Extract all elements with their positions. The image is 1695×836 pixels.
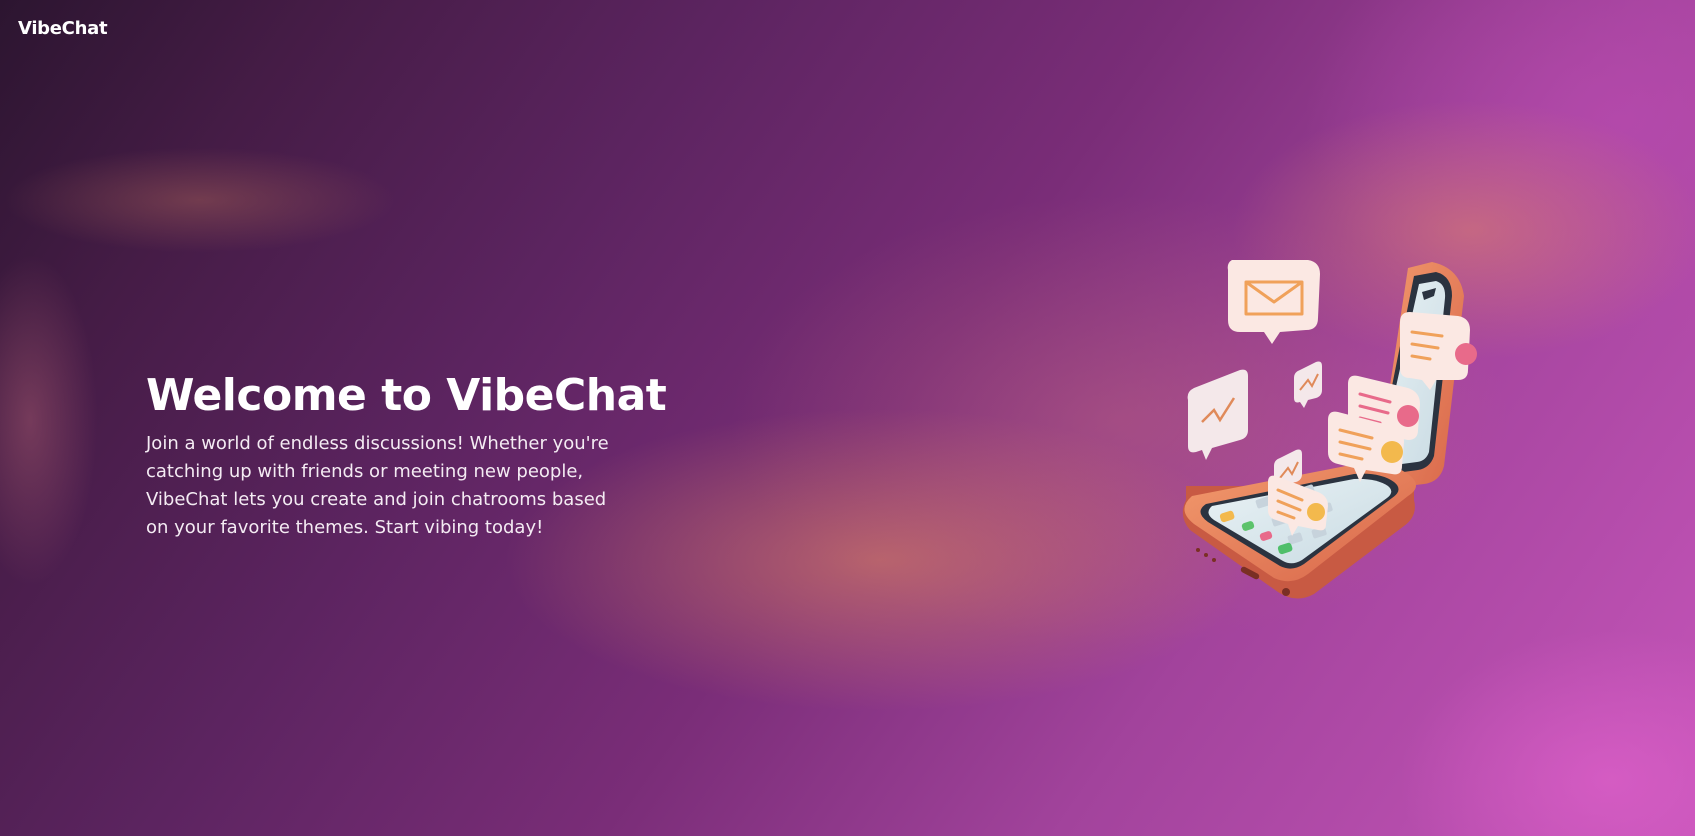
envelope-icon <box>1227 260 1320 344</box>
brand-logo[interactable]: VibeChat <box>18 18 108 39</box>
chat-bubble-icon <box>1187 361 1322 492</box>
hero-title: Welcome to VibeChat <box>146 370 667 421</box>
phone-chat-illustration <box>1168 260 1548 660</box>
hero-description: Join a world of endless discussions! Whe… <box>146 433 609 538</box>
hero-section: Welcome to VibeChat Join a world of endl… <box>146 368 667 542</box>
